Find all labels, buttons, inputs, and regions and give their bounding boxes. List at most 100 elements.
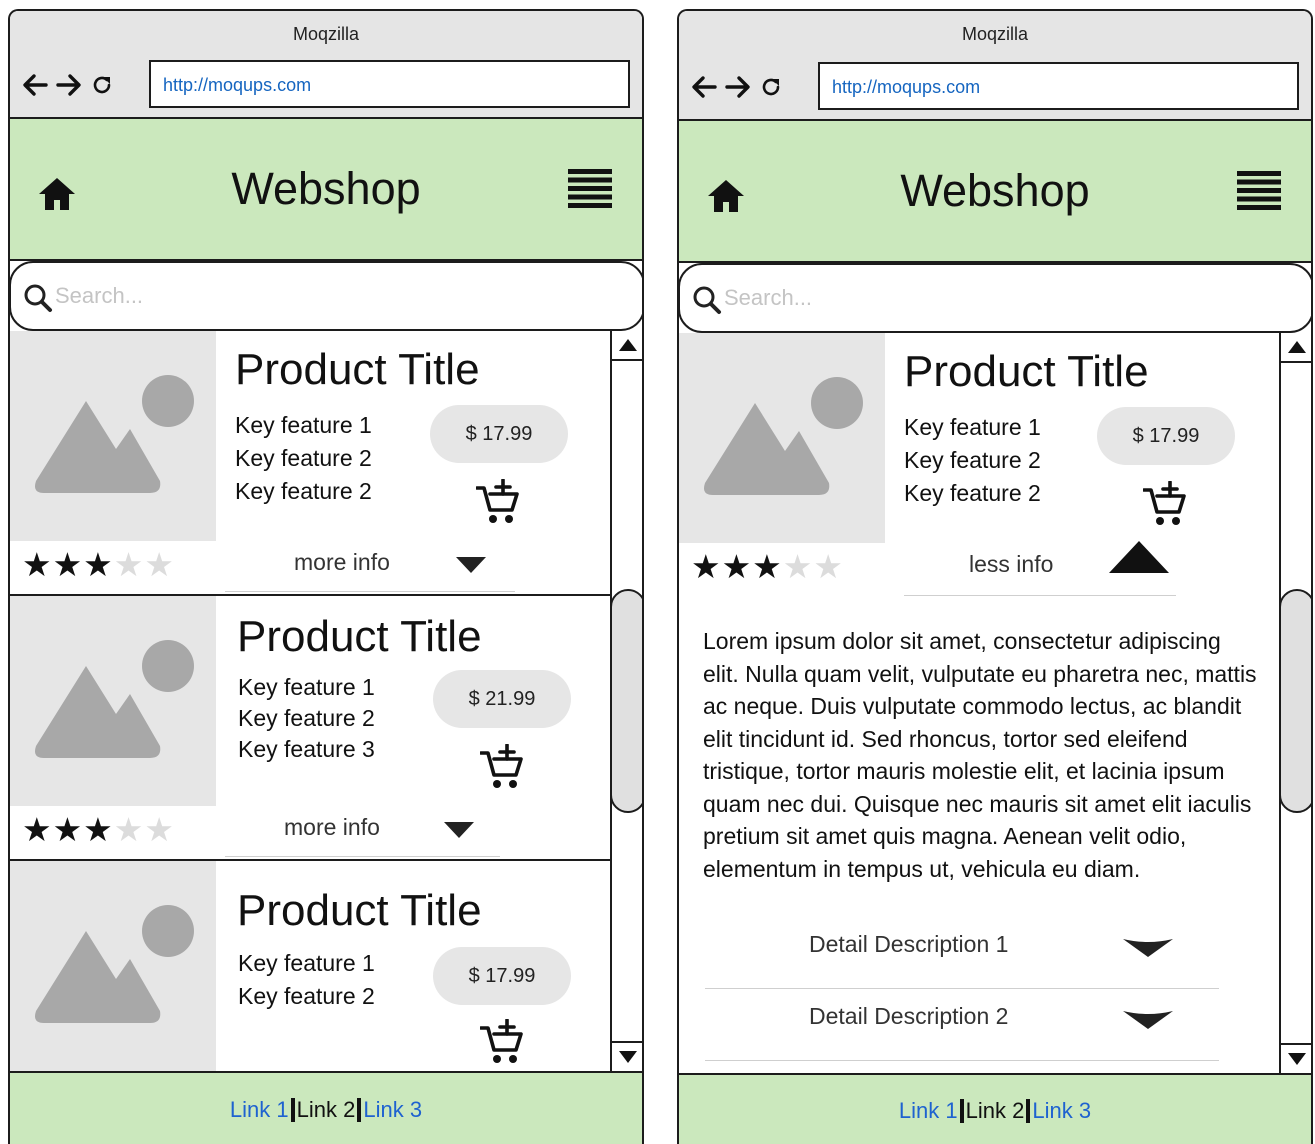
product-title[interactable]: Product Title: [235, 345, 480, 395]
price-badge: $ 17.99: [430, 405, 568, 463]
product-card: Product Title Key feature 1 Key feature …: [679, 333, 1279, 1073]
caret-down-icon[interactable]: [456, 557, 486, 573]
browser-nav: [691, 69, 783, 105]
feature-item: Key feature 2: [235, 445, 372, 471]
arrow-up-icon: [619, 339, 637, 351]
star-filled-icon: ★★★: [22, 811, 114, 848]
link-separator: [290, 1097, 295, 1122]
feature-list: Key feature 1 Key feature 2: [238, 947, 375, 1013]
search-input[interactable]: [724, 283, 1284, 313]
browser-chrome: Moqzilla http://moqups.com: [679, 11, 1311, 121]
footer-link-1[interactable]: Link 1: [899, 1098, 958, 1124]
image-placeholder-icon: [35, 905, 194, 1023]
caret-down-icon[interactable]: [1123, 939, 1173, 957]
search-bar: [10, 261, 642, 331]
browser-window-right: Moqzilla http://moqups.com Webshop Produ…: [677, 9, 1313, 1144]
footer-links: Link 1 Link 2 Link 3: [679, 1073, 1311, 1144]
hamburger-menu-icon[interactable]: [1237, 171, 1281, 211]
footer-link-2[interactable]: Link 2: [966, 1098, 1025, 1124]
link-separator: [357, 1097, 362, 1122]
star-filled-icon: ★★★: [691, 548, 783, 585]
arrow-down-icon: [1288, 1053, 1306, 1065]
footer-link-2[interactable]: Link 2: [297, 1097, 356, 1123]
less-info-link[interactable]: less info: [969, 551, 1053, 578]
scrollbar[interactable]: [1279, 333, 1311, 1073]
image-placeholder-icon: [704, 377, 863, 495]
search-input[interactable]: [55, 281, 615, 311]
more-info-link[interactable]: more info: [284, 814, 380, 841]
scroll-down-button[interactable]: [1281, 1043, 1311, 1073]
price-badge: $ 17.99: [1097, 407, 1235, 465]
footer-link-3[interactable]: Link 3: [363, 1097, 422, 1123]
feature-item: Key feature 2: [238, 983, 375, 1009]
scrollbar[interactable]: [610, 331, 642, 1071]
detail-accordion-2[interactable]: Detail Description 2: [705, 989, 1219, 1061]
browser-chrome: Moqzilla http://moqups.com: [10, 11, 642, 119]
add-to-cart-icon[interactable]: [476, 479, 520, 525]
price-badge: $ 17.99: [433, 947, 571, 1005]
caret-down-icon[interactable]: [1123, 1011, 1173, 1029]
add-to-cart-icon[interactable]: [1143, 481, 1187, 527]
product-title[interactable]: Product Title: [237, 612, 482, 662]
reload-icon[interactable]: [90, 73, 114, 97]
add-to-cart-icon[interactable]: [480, 1019, 524, 1065]
divider: [225, 856, 500, 857]
url-text: http://moqups.com: [163, 75, 312, 95]
hamburger-menu-icon[interactable]: [568, 169, 612, 209]
add-to-cart-icon[interactable]: [480, 744, 524, 790]
footer-links: Link 1 Link 2 Link 3: [10, 1071, 642, 1144]
rating-stars: ★★★★★: [691, 549, 844, 585]
more-info-link[interactable]: more info: [294, 549, 390, 576]
feature-item: Key feature 2: [238, 705, 375, 731]
product-title[interactable]: Product Title: [237, 886, 482, 936]
product-card: Product Title Key feature 1 Key feature …: [10, 331, 610, 596]
window-title: Moqzilla: [961, 24, 1029, 44]
app-header: Webshop: [10, 119, 642, 261]
divider: [225, 591, 515, 592]
product-title[interactable]: Product Title: [904, 347, 1149, 397]
feature-item: Key feature 1: [238, 950, 375, 976]
browser-nav: [22, 67, 114, 103]
detail-label: Detail Description 2: [809, 1003, 1009, 1029]
scroll-down-button[interactable]: [612, 1041, 642, 1071]
feature-item: Key feature 1: [904, 414, 1041, 440]
product-description: Lorem ipsum dolor sit amet, consectetur …: [703, 628, 1257, 882]
feature-item: Key feature 2: [904, 447, 1041, 473]
product-card: Product Title Key feature 1 Key feature …: [10, 596, 610, 861]
address-bar[interactable]: http://moqups.com: [818, 62, 1299, 110]
link-separator: [959, 1098, 964, 1123]
arrow-down-icon: [619, 1051, 637, 1063]
feature-list: Key feature 1 Key feature 2 Key feature …: [235, 409, 372, 508]
detail-label: Detail Description 1: [809, 931, 1009, 957]
feature-item: Key feature 2: [235, 478, 372, 504]
address-bar[interactable]: http://moqups.com: [149, 60, 630, 108]
product-image: [679, 333, 885, 543]
forward-arrow-icon[interactable]: [725, 75, 751, 99]
feature-item: Key feature 1: [238, 674, 375, 700]
arrow-up-icon: [1288, 341, 1306, 353]
feature-list: Key feature 1 Key feature 2 Key feature …: [904, 411, 1041, 510]
product-card: Product Title Key feature 1 Key feature …: [10, 861, 610, 1071]
footer-link-3[interactable]: Link 3: [1032, 1098, 1091, 1124]
scroll-up-button[interactable]: [1281, 333, 1311, 363]
caret-down-icon[interactable]: [444, 822, 474, 838]
scroll-up-button[interactable]: [612, 331, 642, 361]
reload-icon[interactable]: [759, 75, 783, 99]
rating-stars: ★★★★★: [22, 812, 175, 848]
caret-up-icon[interactable]: [1109, 541, 1169, 573]
scrollbar-thumb[interactable]: [610, 589, 642, 813]
rating-stars: ★★★★★: [22, 547, 175, 583]
product-image: [10, 331, 216, 541]
detail-accordion-1[interactable]: Detail Description 1: [705, 917, 1219, 989]
app-header: Webshop: [679, 121, 1311, 263]
back-arrow-icon[interactable]: [22, 73, 48, 97]
footer-link-1[interactable]: Link 1: [230, 1097, 289, 1123]
search-icon: [24, 284, 52, 312]
star-filled-icon: ★★★: [22, 546, 114, 583]
star-empty-icon: ★★: [113, 811, 175, 848]
image-placeholder-icon: [35, 640, 194, 758]
scrollbar-thumb[interactable]: [1279, 589, 1311, 813]
forward-arrow-icon[interactable]: [56, 73, 82, 97]
image-placeholder-icon: [35, 375, 194, 493]
back-arrow-icon[interactable]: [691, 75, 717, 99]
